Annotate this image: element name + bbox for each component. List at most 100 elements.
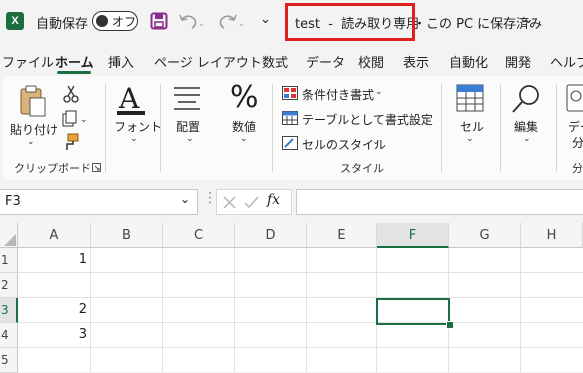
format-as-table-icon[interactable] [282,111,298,125]
search-icon[interactable] [511,83,541,115]
separator [272,84,273,172]
fill-handle[interactable] [446,321,454,329]
data-analysis-group-label: 分 [572,162,583,175]
column-header-e[interactable]: E [307,223,377,248]
number-dropdown-icon[interactable]: ⌄ [240,134,248,144]
gridline [306,248,307,372]
highlight-box [285,3,415,41]
gridline [90,248,91,372]
row-header-1[interactable]: 1 [0,248,18,273]
column-header-f[interactable]: F [377,223,449,248]
customize-toolbar-icon[interactable]: ⌄ [260,12,271,27]
more-options-icon[interactable]: ⋮ [203,190,217,206]
alignment-dropdown-icon[interactable]: ⌄ [186,134,194,144]
cut-icon[interactable] [63,85,79,103]
alignment-label[interactable]: 配置 [176,118,200,135]
copy-icon[interactable]: ⌄ [62,110,88,128]
row-header-5[interactable]: 5 [0,348,18,373]
separator [500,84,501,172]
data-analysis-icon[interactable] [566,84,583,114]
cell-a3[interactable]: 2 [21,302,87,317]
clipboard-group-label: クリップボード [14,162,91,175]
undo-icon[interactable]: ⌄ [178,12,204,30]
tab-page-layout[interactable]: ページ レイアウト [154,52,262,71]
tab-automate[interactable]: 自動化 [449,52,488,71]
paste-dropdown-icon[interactable]: ⌄ [27,137,35,147]
formula-input[interactable] [296,189,583,215]
tab-home[interactable]: ホーム [55,52,94,71]
cells-dropdown-icon[interactable]: ⌄ [466,134,474,144]
redo-icon[interactable]: ⌄ [218,12,244,30]
active-tab-indicator [57,71,91,74]
conditional-formatting-button[interactable]: 条件付き書式 [302,86,374,103]
name-box[interactable]: F3 ⌄ [0,189,198,215]
paste-icon[interactable] [18,84,48,118]
tab-help[interactable]: ヘルプ [550,52,583,71]
gridline [18,347,583,348]
autosave-label: 自動保存 [36,17,89,32]
cell-a1[interactable]: 1 [21,252,87,267]
tab-review[interactable]: 校閲 [358,52,384,71]
tab-formulas[interactable]: 数式 [262,52,288,71]
save-icon[interactable] [150,12,168,30]
column-header-a[interactable]: A [18,223,91,248]
selected-cell-f3[interactable] [376,298,450,325]
name-box-dropdown-icon[interactable]: ⌄ [180,192,190,206]
clipboard-launcher-icon[interactable] [92,163,101,172]
gridline [18,322,583,323]
format-as-table-dropdown-icon[interactable]: ⌄ [420,112,428,122]
separator [556,84,557,172]
toggle-knob [96,15,108,27]
font-label[interactable]: フォント [114,118,162,135]
tab-insert[interactable]: 挿入 [108,52,134,71]
data-analysis-label[interactable]: デー [568,118,583,135]
select-all-corner[interactable] [0,223,18,248]
number-label[interactable]: 数値 [232,118,256,135]
save-status-chevron-icon[interactable]: ⌄ [523,12,534,27]
column-header-c[interactable]: C [163,223,235,248]
alignment-icon[interactable] [173,86,201,110]
row-header-2[interactable]: 2 [0,273,18,298]
excel-logo-icon: X [6,12,24,30]
editing-dropdown-icon[interactable]: ⌄ [523,134,531,144]
row-header-4[interactable]: 4 [0,323,18,348]
autosave-toggle[interactable]: オフ [92,11,138,31]
column-header-g[interactable]: G [449,223,521,248]
conditional-formatting-dropdown-icon[interactable]: ⌄ [375,87,383,97]
format-as-table-button[interactable]: テーブルとして書式設定 [302,111,433,128]
autosave-state: オフ [112,15,137,29]
cell-styles-icon[interactable] [282,136,298,150]
column-header-d[interactable]: D [235,223,307,248]
cells-icon[interactable] [456,84,484,112]
tab-view[interactable]: 表示 [403,52,429,71]
gridline [18,272,583,273]
editing-label[interactable]: 編集 [514,118,538,135]
font-icon[interactable]: A [115,82,149,116]
enter-icon[interactable] [244,196,259,209]
percent-icon[interactable]: % [230,80,259,115]
cancel-icon[interactable] [223,196,236,209]
tab-data[interactable]: データ [306,52,345,71]
tab-developer[interactable]: 開発 [505,52,531,71]
cell-a4[interactable]: 3 [21,327,87,342]
svg-text:⌄: ⌄ [238,19,244,28]
conditional-formatting-icon[interactable] [282,86,298,100]
separator [105,84,106,172]
cells-label[interactable]: セル [460,118,484,135]
svg-text:⌄: ⌄ [198,19,204,28]
name-box-value: F3 [5,194,21,209]
gridline [520,248,521,372]
tab-file[interactable]: ファイル [2,52,54,71]
column-header-b[interactable]: B [91,223,163,248]
separator [160,84,161,172]
data-analysis-label-2[interactable]: 分 [572,134,583,151]
font-dropdown-icon[interactable]: ⌄ [130,134,138,144]
column-header-h[interactable]: H [521,223,583,248]
cell-styles-dropdown-icon[interactable]: ⌄ [372,137,380,147]
row-header-3[interactable]: 3 [0,298,18,323]
insert-function-icon[interactable]: fx [267,192,280,208]
paste-label[interactable]: 貼り付け [10,121,58,138]
formula-controls: fx [216,189,292,215]
gridline [18,297,583,298]
format-painter-icon[interactable] [62,133,80,151]
